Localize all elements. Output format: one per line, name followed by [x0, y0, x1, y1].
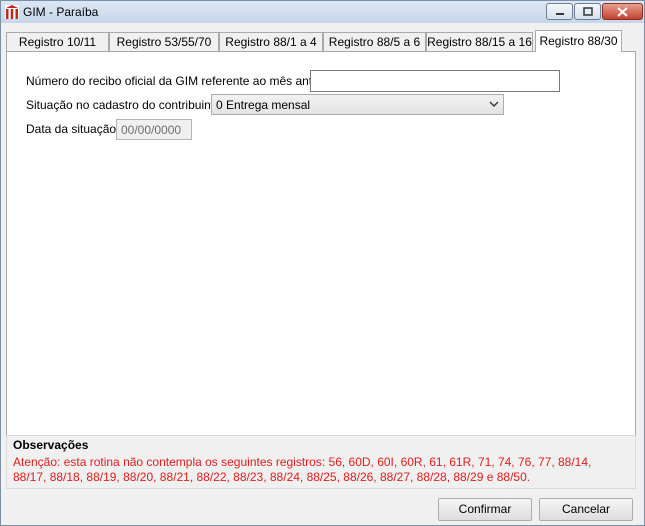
- observacoes-text: Atenção: esta rotina não contempla os se…: [13, 455, 592, 484]
- observacoes-box: Observações Atenção: esta rotina não con…: [6, 435, 636, 489]
- data-situacao-label: Data da situação: [26, 122, 117, 136]
- confirm-button[interactable]: Confirmar: [438, 498, 532, 521]
- chevron-down-icon: [489, 101, 499, 107]
- tab-strip: Registro 10/11 Registro 53/55/70 Registr…: [6, 30, 636, 52]
- maximize-icon: [582, 7, 593, 16]
- tab-registro-88-15-16[interactable]: Registro 88/15 a 16: [426, 32, 533, 51]
- situacao-label: Situação no cadastro do contribuinte: [26, 98, 221, 112]
- gim-app-icon: [4, 4, 20, 20]
- window-title: GIM - Paraíba: [23, 5, 99, 19]
- title-bar[interactable]: GIM - Paraíba: [1, 1, 644, 23]
- close-button[interactable]: [602, 3, 643, 20]
- tab-registro-88-1-4[interactable]: Registro 88/1 a 4: [219, 32, 323, 51]
- app-window: GIM - Paraíba Registro 10/11 Registro 53…: [0, 0, 645, 526]
- cancel-button[interactable]: Cancelar: [539, 498, 633, 521]
- tab-registro-10-11[interactable]: Registro 10/11: [6, 32, 109, 51]
- close-icon: [617, 6, 628, 17]
- recibo-label: Número do recibo oficial da GIM referent…: [26, 74, 337, 88]
- minimize-button[interactable]: [546, 3, 573, 20]
- minimize-icon: [555, 12, 564, 15]
- situacao-selected-value: 0 Entrega mensal: [216, 98, 311, 112]
- situacao-select[interactable]: 0 Entrega mensal: [211, 94, 504, 115]
- tab-panel: Número do recibo oficial da GIM referent…: [6, 51, 636, 436]
- maximize-button[interactable]: [574, 3, 601, 20]
- data-situacao-input: 00/00/0000: [116, 119, 192, 140]
- tab-registro-88-5-6[interactable]: Registro 88/5 a 6: [323, 32, 426, 51]
- observacoes-title: Observações: [13, 438, 89, 452]
- recibo-input[interactable]: [310, 70, 560, 92]
- tab-registro-88-30[interactable]: Registro 88/30: [535, 30, 622, 52]
- tab-registro-53-55-70[interactable]: Registro 53/55/70: [109, 32, 219, 51]
